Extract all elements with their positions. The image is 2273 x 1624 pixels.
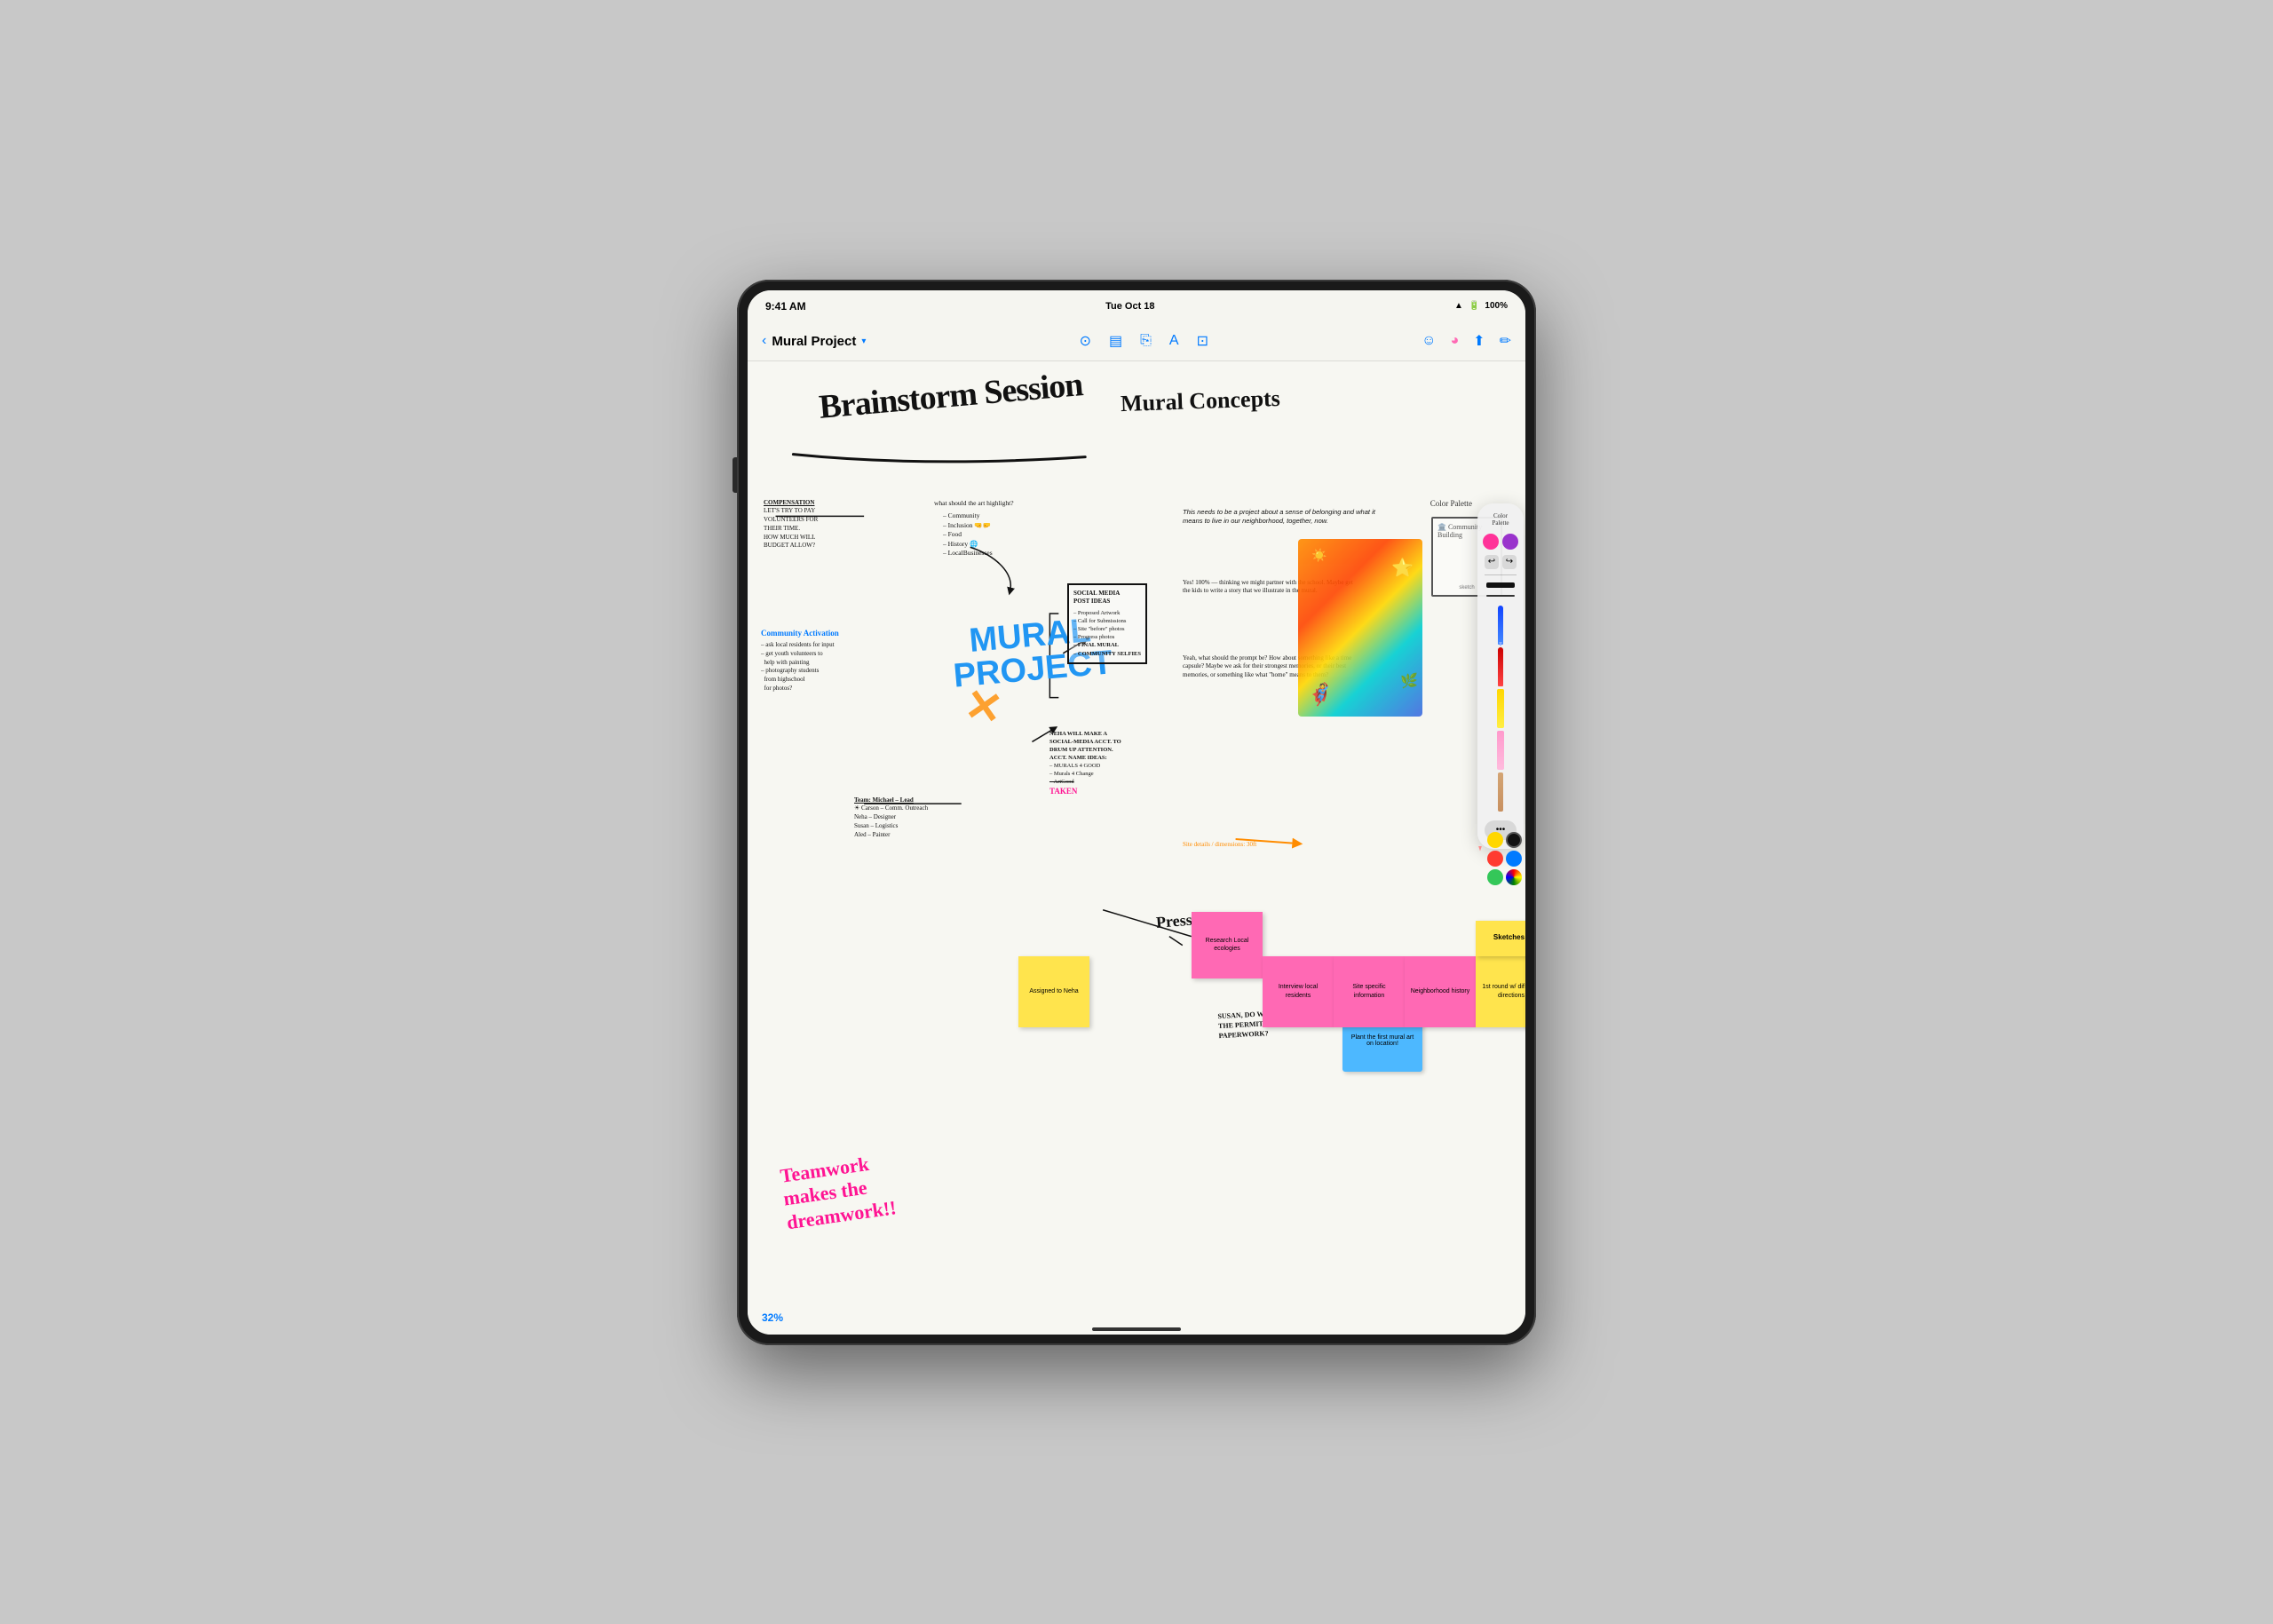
color-palette-panel: ColorPalette ↩ ↪ bbox=[1477, 503, 1524, 849]
folder-icon[interactable]: ⎘ bbox=[1140, 333, 1152, 349]
mural-concepts-title: Mural Concepts bbox=[1121, 384, 1281, 416]
sticky-site-specific[interactable]: Site specific information bbox=[1334, 956, 1405, 1027]
sticky-assigned-neha[interactable]: Assigned to Neha bbox=[1018, 956, 1089, 1027]
team-annotation: Team: Michael – Lead ☀ Carson – Comm. Ou… bbox=[854, 796, 928, 840]
nav-title: Mural Project bbox=[772, 334, 856, 349]
note-view-icon[interactable]: ▤ bbox=[1109, 332, 1122, 350]
neha-social-annotation: NEHA WILL MAKE ASOCIAL-MEDIA ACCT. TODRU… bbox=[1049, 730, 1121, 797]
sticky-interview-residents[interactable]: Interview local residents bbox=[1263, 956, 1334, 1027]
palette-purple-dot[interactable] bbox=[1502, 534, 1518, 550]
nav-left[interactable]: ‹ Mural Project ▾ bbox=[762, 333, 866, 349]
battery-level: 100% bbox=[1485, 301, 1508, 311]
orange-x-decoration: ✕ bbox=[961, 677, 1006, 734]
compensation-annotation: COMPENSATION LET'S TRY TO PAYVOLUNTEERS … bbox=[764, 499, 818, 551]
pen-red[interactable] bbox=[1498, 647, 1503, 686]
swatch-black[interactable] bbox=[1506, 832, 1522, 848]
social-media-annotation: SOCIAL MEDIAPOST IDEAS – Proposed Artwor… bbox=[1067, 583, 1147, 664]
home-indicator bbox=[1092, 1327, 1181, 1331]
mural-artwork-illustration: 🦸 ⭐ ☀️ 🌿 bbox=[1298, 539, 1422, 717]
pen-pink[interactable] bbox=[1497, 731, 1504, 770]
swatch-row-1 bbox=[1487, 832, 1522, 848]
image-icon[interactable]: ⊡ bbox=[1197, 332, 1208, 350]
swatch-row-3 bbox=[1487, 869, 1522, 885]
nav-bar: ‹ Mural Project ▾ ⊙ ▤ ⎘ A ⊡ ☺ ◕ ⬆ ✏ bbox=[748, 322, 1525, 361]
screen: 9:41 AM Tue Oct 18 ▲ 🔋 100% ‹ Mural Proj… bbox=[748, 290, 1525, 1335]
sticky-research-local[interactable]: Research Local ecologies bbox=[1192, 912, 1263, 978]
redo-button[interactable]: ↪ bbox=[1502, 555, 1517, 569]
emoji-icon[interactable]: ☺ bbox=[1422, 333, 1436, 349]
canvas-area[interactable]: Brainstorm Session Mural Concepts Color … bbox=[748, 361, 1525, 1335]
thin-line-preview[interactable] bbox=[1486, 595, 1515, 597]
zoom-indicator: 32% bbox=[762, 1311, 783, 1324]
pen-blue[interactable] bbox=[1498, 606, 1503, 645]
color-wheel-icon[interactable]: ◕ bbox=[1451, 333, 1460, 349]
site-details-annotation: Site details / dimensions: 30ft bbox=[1183, 841, 1256, 850]
palette-divider bbox=[1485, 574, 1517, 575]
swatch-yellow[interactable] bbox=[1487, 832, 1503, 848]
ipad-frame: 9:41 AM Tue Oct 18 ▲ 🔋 100% ‹ Mural Proj… bbox=[737, 280, 1536, 1345]
nav-dropdown-icon[interactable]: ▾ bbox=[861, 337, 866, 346]
thick-marker-preview[interactable] bbox=[1486, 582, 1515, 588]
art-highlight-annotation: what should the art highlight? – Communi… bbox=[934, 499, 1014, 558]
palette-main-colors bbox=[1483, 534, 1518, 550]
sticky-1st-round[interactable]: 1st round w/ different directions bbox=[1476, 956, 1525, 1027]
color-swatches-panel bbox=[1487, 832, 1522, 885]
swatch-red[interactable] bbox=[1487, 851, 1503, 867]
undo-redo-group: ↩ ↪ bbox=[1485, 555, 1517, 569]
pen-yellow[interactable] bbox=[1497, 689, 1504, 728]
main-right-text: This needs to be a project about a sense… bbox=[1183, 508, 1378, 527]
swatch-multicolor[interactable] bbox=[1506, 869, 1522, 885]
undo-button[interactable]: ↩ bbox=[1485, 555, 1499, 569]
pen-pencil[interactable] bbox=[1498, 772, 1503, 812]
battery-icon: 🔋 bbox=[1469, 301, 1479, 311]
sticky-sketches[interactable]: Sketches bbox=[1476, 921, 1525, 956]
community-activation-annotation: Community Activation – ask local residen… bbox=[761, 628, 839, 693]
brainstorm-title: Brainstorm Session bbox=[818, 372, 1083, 420]
wifi-icon: ▲ bbox=[1454, 301, 1463, 311]
teamwork-text: Teamworkmakes thedreamwork!! bbox=[779, 1150, 898, 1235]
nav-center-tools: ⊙ ▤ ⎘ A ⊡ bbox=[1080, 332, 1208, 350]
status-time: 9:41 AM bbox=[765, 300, 806, 313]
text-format-icon[interactable]: A bbox=[1169, 333, 1179, 349]
swatch-blue[interactable] bbox=[1506, 851, 1522, 867]
swatch-green[interactable] bbox=[1487, 869, 1503, 885]
share-icon[interactable]: ⬆ bbox=[1473, 332, 1485, 350]
swatch-row-2 bbox=[1487, 851, 1522, 867]
palette-pink-dot[interactable] bbox=[1483, 534, 1499, 550]
back-chevron-icon[interactable]: ‹ bbox=[762, 333, 766, 349]
lasso-tool-icon[interactable]: ⊙ bbox=[1080, 332, 1091, 350]
side-button bbox=[733, 457, 737, 493]
color-palette-label: Color Palette bbox=[1430, 499, 1472, 508]
nav-right-tools: ☺ ◕ ⬆ ✏ bbox=[1422, 332, 1511, 350]
pencil-edit-icon[interactable]: ✏ bbox=[1500, 332, 1511, 350]
palette-header-label: ColorPalette bbox=[1492, 512, 1509, 527]
sticky-neighborhood-history[interactable]: Neighborhood history bbox=[1405, 956, 1476, 1027]
status-right: ▲ 🔋 100% bbox=[1454, 301, 1508, 311]
status-date: Tue Oct 18 bbox=[1105, 301, 1154, 312]
status-bar: 9:41 AM Tue Oct 18 ▲ 🔋 100% bbox=[748, 290, 1525, 322]
